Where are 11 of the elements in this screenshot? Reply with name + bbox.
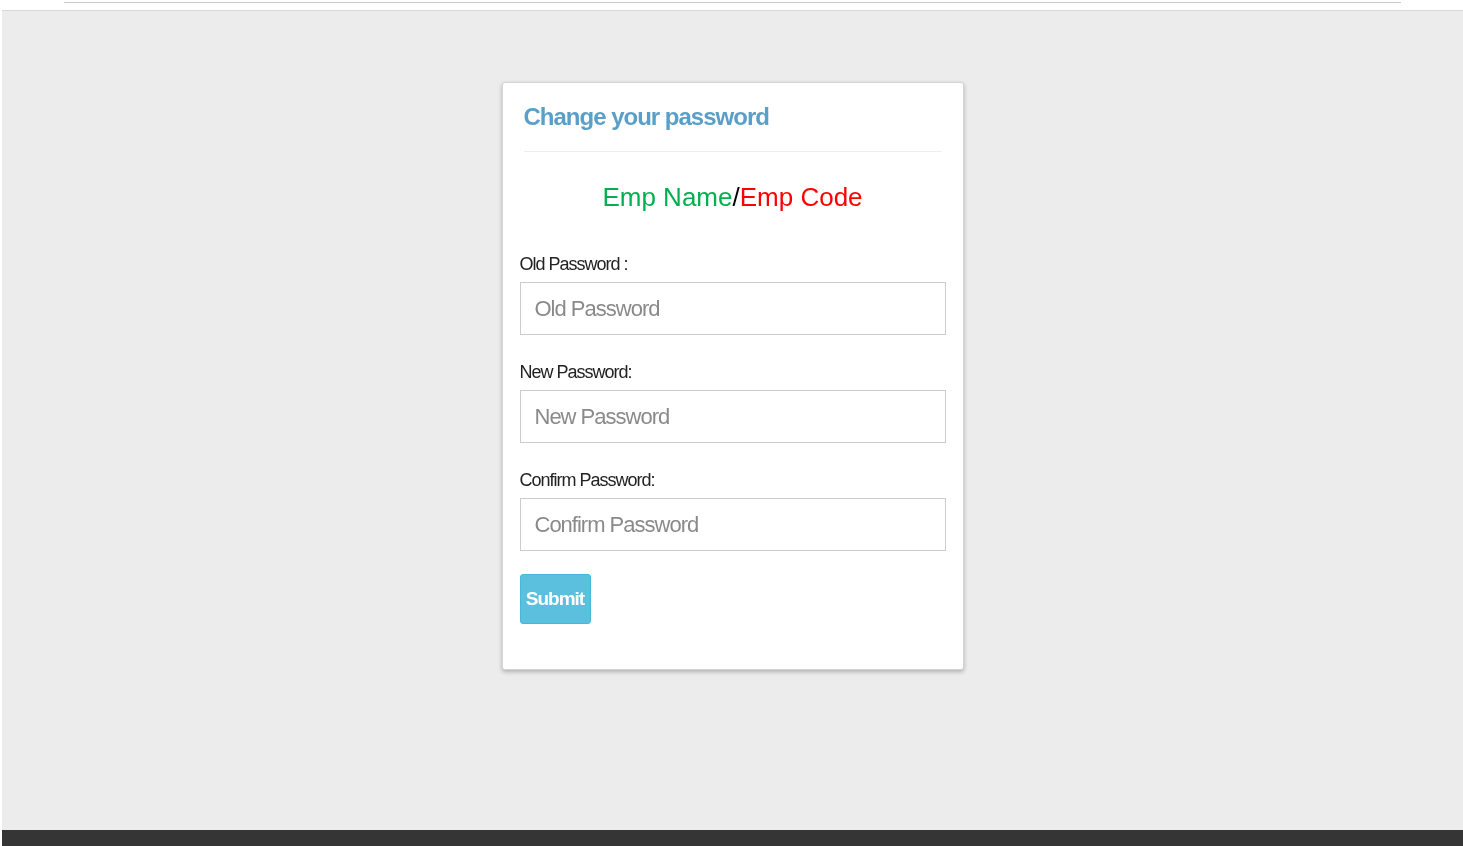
password-field[interactable]: Confirm Password: [519, 498, 946, 551]
form-title: Change your password: [522, 102, 770, 132]
identity-text: Emp Code: [739, 181, 863, 214]
submit-button[interactable]: Submit: [519, 574, 591, 624]
identity-text: Emp Name: [602, 181, 733, 214]
password-field[interactable]: New Password: [519, 390, 946, 443]
field-label: New Password:: [519, 361, 632, 384]
identity-text: /: [732, 181, 740, 214]
field-label: Confirm Password:: [519, 469, 655, 492]
field-label: Old Password :: [519, 253, 628, 276]
password-field[interactable]: Old Password: [519, 282, 946, 335]
